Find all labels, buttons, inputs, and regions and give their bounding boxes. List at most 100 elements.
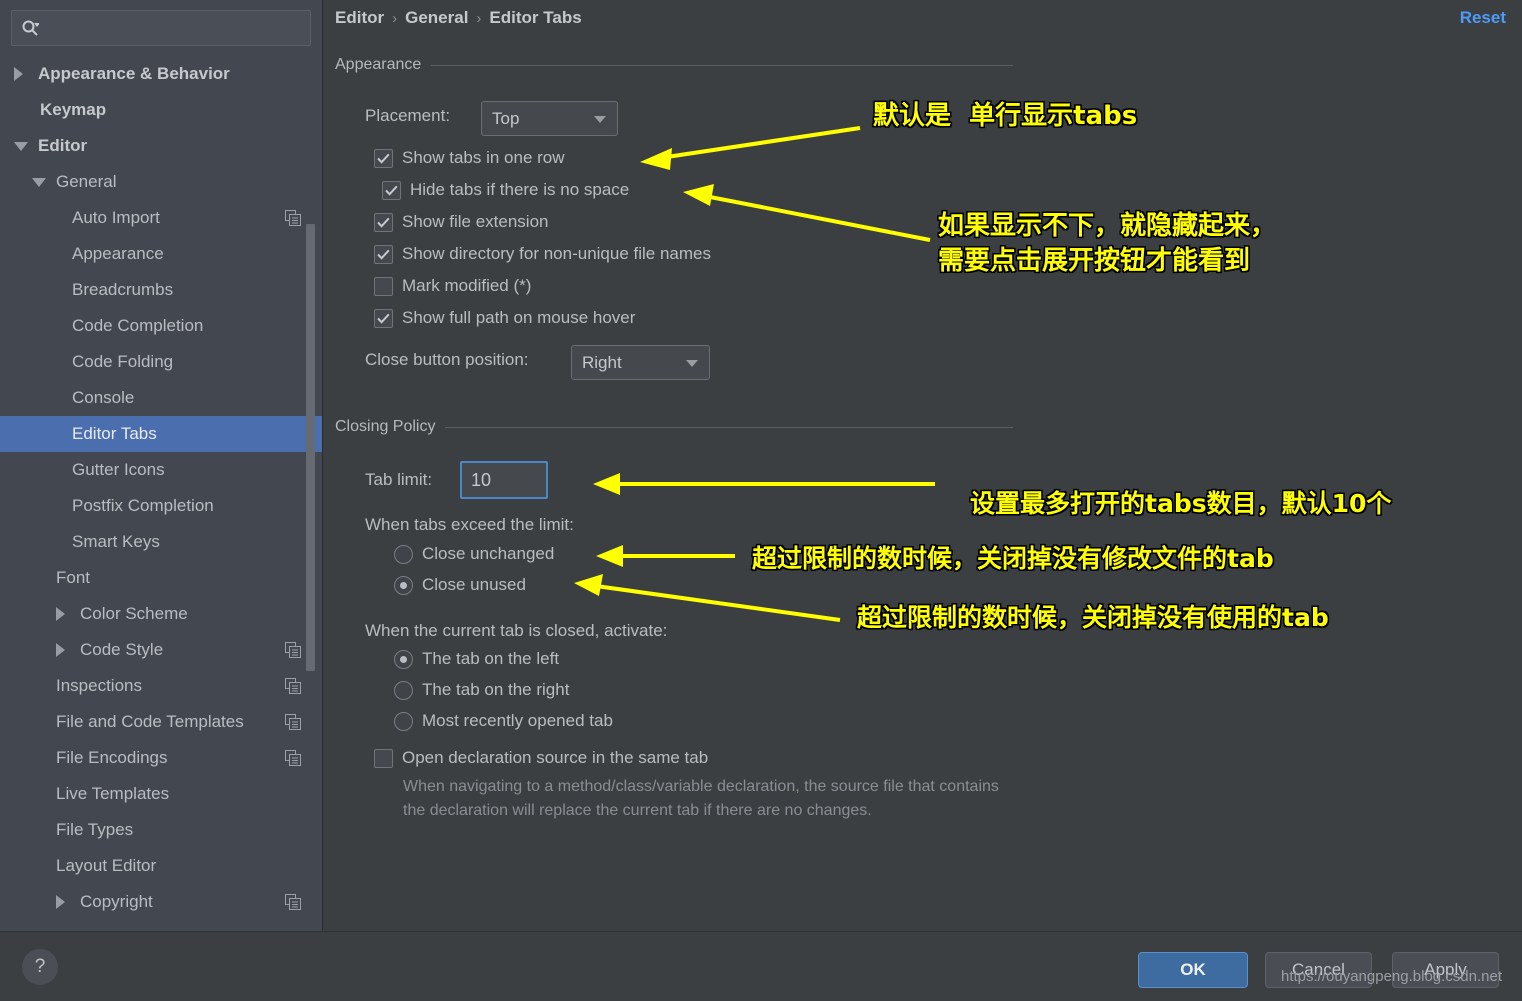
search-box[interactable] [11, 10, 311, 46]
sidebar-item-console[interactable]: Console [0, 380, 322, 416]
checkbox-show-directory-for-non-unique-file-names[interactable] [374, 244, 393, 264]
search-icon [21, 19, 39, 37]
radio-the-tab-on-the-left[interactable] [394, 649, 413, 669]
sidebar-item-live-templates[interactable]: Live Templates [0, 776, 322, 812]
checkbox-row-show-directory-for-non-unique-file-names[interactable]: Show directory for non-unique file names [374, 244, 711, 264]
sidebar-item-appearance[interactable]: Appearance [0, 236, 322, 272]
checkbox-label: Mark modified (*) [402, 276, 532, 295]
sidebar-item-general[interactable]: General [0, 164, 322, 200]
sidebar-item-label: Gutter Icons [72, 460, 165, 479]
checkbox-row-show-full-path-on-mouse-hover[interactable]: Show full path on mouse hover [374, 308, 635, 328]
chevron-down-icon[interactable] [32, 178, 46, 187]
checkbox-label: Show tabs in one row [402, 148, 565, 167]
sidebar-item-copyright[interactable]: Copyright [0, 884, 322, 920]
radio-close-unchanged[interactable] [394, 544, 413, 564]
chevron-right-icon[interactable] [56, 607, 65, 621]
sidebar-item-file-and-code-templates[interactable]: File and Code Templates [0, 704, 322, 740]
checkbox-label: Show file extension [402, 212, 549, 231]
settings-content-panel: Editor › General › Editor Tabs Reset App… [324, 0, 1522, 931]
sidebar-item-smart-keys[interactable]: Smart Keys [0, 524, 322, 560]
help-button[interactable]: ? [22, 949, 58, 985]
sidebar-scrollbar-thumb[interactable] [306, 224, 315, 671]
sidebar-item-code-style[interactable]: Code Style [0, 632, 322, 668]
search-input[interactable] [39, 19, 310, 37]
checkbox-row-show-tabs-in-one-row[interactable]: Show tabs in one row [374, 148, 565, 168]
sidebar-item-label: Smart Keys [72, 532, 160, 551]
sidebar-item-label: Code Folding [72, 352, 174, 371]
checkbox-row-hide-tabs-if-there-is-no-space[interactable]: Hide tabs if there is no space [382, 180, 629, 200]
sidebar-item-label: File and Code Templates [56, 712, 244, 731]
sidebar-item-file-encodings[interactable]: File Encodings [0, 740, 322, 776]
chevron-right-icon[interactable] [14, 67, 23, 81]
checkbox-show-tabs-in-one-row[interactable] [374, 148, 393, 168]
closing-policy-group-title: Closing Policy [335, 418, 436, 435]
sidebar-item-label: Postfix Completion [72, 496, 214, 515]
chevron-down-icon[interactable] [14, 142, 28, 151]
exceed-limit-label: When tabs exceed the limit: [365, 515, 574, 534]
sidebar-item-layout-editor[interactable]: Layout Editor [0, 848, 322, 884]
reset-link[interactable]: Reset [1460, 8, 1506, 28]
sidebar-item-label: Appearance [72, 244, 164, 263]
copy-settings-icon[interactable] [285, 750, 301, 766]
sidebar-item-file-types[interactable]: File Types [0, 812, 322, 848]
radio-close-unused[interactable] [394, 575, 413, 595]
checkbox-label: Show full path on mouse hover [402, 308, 636, 327]
checkbox-label: Show directory for non-unique file names [402, 244, 711, 263]
radio-label: The tab on the right [422, 680, 570, 699]
radio-row-the-tab-on-the-right[interactable]: The tab on the right [394, 680, 569, 700]
close-button-position-label: Close button position: [365, 350, 529, 369]
search-field-wrapper [11, 10, 311, 46]
sidebar-item-font[interactable]: Font [0, 560, 322, 596]
open-declaration-checkbox-row[interactable]: Open declaration source in the same tab [374, 748, 708, 768]
radio-row-close-unused[interactable]: Close unused [394, 575, 526, 595]
open-declaration-checkbox[interactable] [374, 748, 393, 768]
checkbox-row-mark-modified[interactable]: Mark modified (*) [374, 276, 531, 296]
sidebar-item-code-completion[interactable]: Code Completion [0, 308, 322, 344]
radio-row-close-unchanged[interactable]: Close unchanged [394, 544, 554, 564]
sidebar-item-label: File Types [56, 820, 134, 839]
checkbox-row-show-file-extension[interactable]: Show file extension [374, 212, 548, 232]
radio-most-recently-opened-tab[interactable] [394, 711, 413, 731]
sidebar-scrollbar-track[interactable] [306, 56, 319, 931]
sidebar-item-breadcrumbs[interactable]: Breadcrumbs [0, 272, 322, 308]
sidebar-item-postfix-completion[interactable]: Postfix Completion [0, 488, 322, 524]
sidebar-item-inspections[interactable]: Inspections [0, 668, 322, 704]
sidebar-item-editor-tabs[interactable]: Editor Tabs [0, 416, 322, 452]
tab-limit-input[interactable] [460, 461, 548, 499]
ok-button[interactable]: OK [1138, 952, 1248, 988]
breadcrumb-item-editor-tabs: Editor Tabs [489, 8, 582, 27]
radio-the-tab-on-the-right[interactable] [394, 680, 413, 700]
checkbox-hide-tabs-if-there-is-no-space[interactable] [382, 180, 401, 200]
checkbox-show-file-extension[interactable] [374, 212, 393, 232]
settings-sidebar: Appearance & Behavior Keymap Editor General… [0, 0, 323, 931]
settings-dialog: Appearance & Behavior Keymap Editor General… [0, 0, 1522, 1001]
checkbox-mark-modified[interactable] [374, 276, 393, 296]
copy-settings-icon[interactable] [285, 210, 301, 226]
sidebar-item-code-folding[interactable]: Code Folding [0, 344, 322, 380]
chevron-right-icon[interactable] [56, 895, 65, 909]
sidebar-item-auto-import[interactable]: Auto Import [0, 200, 322, 236]
radio-row-most-recently-opened-tab[interactable]: Most recently opened tab [394, 711, 613, 731]
copy-settings-icon[interactable] [285, 642, 301, 658]
copy-settings-icon[interactable] [285, 678, 301, 694]
breadcrumb-separator-icon: › [392, 9, 398, 27]
checkbox-show-full-path-on-mouse-hover[interactable] [374, 308, 393, 328]
sidebar-item-gutter-icons[interactable]: Gutter Icons [0, 452, 322, 488]
sidebar-item-label: Editor Tabs [72, 424, 157, 443]
closing-policy-group-header: Closing Policy [335, 418, 1013, 436]
sidebar-item-label: Appearance & Behavior [38, 64, 230, 83]
sidebar-item-editor[interactable]: Editor [0, 128, 322, 164]
radio-row-the-tab-on-the-left[interactable]: The tab on the left [394, 649, 559, 669]
chevron-right-icon[interactable] [56, 643, 65, 657]
close-button-position-dropdown[interactable]: Right [571, 345, 710, 380]
sidebar-item-appearance-behavior[interactable]: Appearance & Behavior [0, 56, 322, 92]
placement-dropdown[interactable]: Top [481, 101, 618, 136]
breadcrumb: Editor › General › Editor Tabs [335, 8, 582, 28]
copy-settings-icon[interactable] [285, 714, 301, 730]
copy-settings-icon[interactable] [285, 894, 301, 910]
sidebar-item-color-scheme[interactable]: Color Scheme [0, 596, 322, 632]
breadcrumb-item-editor[interactable]: Editor [335, 8, 384, 28]
placement-value: Top [492, 108, 520, 128]
breadcrumb-item-general[interactable]: General [405, 8, 468, 28]
sidebar-item-keymap[interactable]: Keymap [0, 92, 322, 128]
